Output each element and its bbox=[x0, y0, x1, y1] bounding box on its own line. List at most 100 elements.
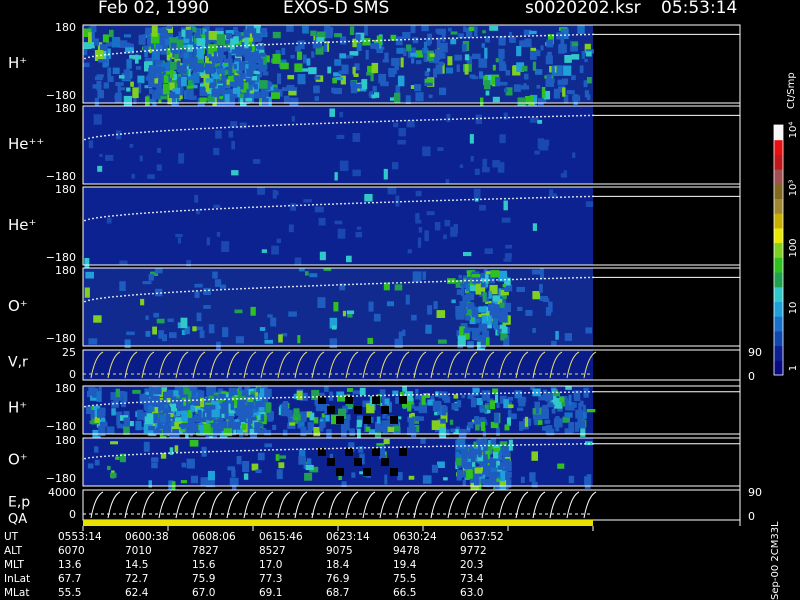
trend-dot bbox=[456, 118, 458, 120]
heat-cell bbox=[303, 199, 312, 203]
trend-dot bbox=[408, 200, 410, 203]
trend-dot bbox=[120, 214, 122, 217]
footer-value-mlt: 20.3 bbox=[460, 559, 484, 571]
heat-cell bbox=[496, 427, 500, 436]
trend-dot bbox=[560, 391, 562, 394]
heat-cell bbox=[540, 45, 544, 51]
heat-cell bbox=[231, 141, 235, 150]
trend-dot bbox=[544, 196, 546, 199]
heat-cell bbox=[456, 469, 463, 478]
heat-cell bbox=[151, 462, 158, 469]
trend-dot bbox=[576, 391, 578, 393]
heat-cell bbox=[149, 88, 154, 95]
footer-value-alt: 9772 bbox=[460, 545, 487, 557]
heat-cell bbox=[257, 452, 265, 461]
heat-cell bbox=[503, 399, 509, 409]
trend-dot bbox=[460, 393, 462, 395]
heat-cell bbox=[334, 33, 342, 38]
trend-dot bbox=[116, 402, 118, 405]
y-tick-top: 180 bbox=[55, 264, 76, 277]
trend-dot bbox=[204, 289, 206, 292]
heat-cell bbox=[158, 73, 164, 84]
trend-dot bbox=[360, 395, 362, 397]
heat-cell bbox=[296, 390, 303, 401]
heat-cell bbox=[470, 156, 474, 162]
heat-cell bbox=[414, 84, 422, 92]
footer-value-alt: 9075 bbox=[326, 545, 353, 557]
trend-dot bbox=[452, 280, 454, 283]
trend-dot bbox=[128, 213, 130, 216]
trend-dot bbox=[528, 391, 530, 394]
heat-cell bbox=[85, 271, 94, 279]
gap-cell bbox=[399, 448, 407, 456]
trend-dot bbox=[492, 392, 494, 395]
trend-dot bbox=[380, 394, 382, 397]
trend-dot bbox=[164, 452, 166, 455]
trend-dot bbox=[576, 443, 578, 445]
trend-dot bbox=[496, 392, 498, 395]
heat-cell bbox=[218, 418, 224, 425]
trend-dot bbox=[260, 449, 262, 452]
trend-dot bbox=[468, 444, 470, 447]
heat-cell bbox=[367, 337, 374, 344]
heat-cell bbox=[136, 409, 144, 420]
footer-value-ut: 0630:24 bbox=[393, 531, 437, 543]
heat-cell bbox=[151, 50, 160, 61]
trend-dot bbox=[452, 199, 454, 202]
colorbar-tick-label: 10 bbox=[788, 302, 799, 315]
trend-dot bbox=[284, 286, 286, 288]
trend-dot bbox=[516, 197, 518, 200]
trend-dot bbox=[464, 198, 466, 201]
trend-dot bbox=[524, 392, 526, 394]
trend-dot bbox=[112, 296, 114, 298]
trend-dot bbox=[380, 446, 382, 449]
trend-dot bbox=[472, 117, 474, 120]
trend-dot bbox=[316, 448, 318, 450]
trend-dot bbox=[180, 451, 182, 454]
trend-dot bbox=[556, 34, 558, 37]
colorbar-unit: Ct/Smp bbox=[786, 72, 797, 109]
trend-dot bbox=[136, 453, 138, 456]
heat-cell bbox=[106, 217, 112, 224]
trend-dot bbox=[200, 399, 202, 401]
heat-cell bbox=[196, 312, 202, 322]
footer-value-mlt: 19.4 bbox=[393, 559, 417, 571]
heat-cell bbox=[417, 237, 422, 248]
footer-value-mlt: 13.6 bbox=[58, 559, 82, 571]
trend-dot bbox=[492, 279, 494, 281]
footer-value-ut: 0615:46 bbox=[259, 531, 303, 543]
trend-dot bbox=[220, 45, 222, 48]
trend-dot bbox=[156, 452, 158, 455]
trend-dot bbox=[176, 399, 178, 402]
heat-cell bbox=[213, 51, 217, 57]
trend-dot bbox=[588, 276, 590, 279]
trend-dot bbox=[180, 209, 182, 212]
trend-dot bbox=[440, 280, 442, 283]
trend-dot bbox=[488, 444, 490, 447]
heat-cell bbox=[213, 204, 221, 208]
trend-dot bbox=[428, 281, 430, 283]
trend-dot bbox=[508, 444, 510, 446]
trend-dot bbox=[108, 455, 110, 457]
heat-cell bbox=[478, 323, 488, 332]
trend-dot bbox=[172, 210, 174, 213]
heat-cell bbox=[408, 416, 415, 428]
heat-cell bbox=[186, 458, 195, 469]
trend-dot bbox=[544, 443, 546, 446]
trend-dot bbox=[516, 35, 518, 38]
trend-dot bbox=[364, 394, 366, 397]
trend-dot bbox=[164, 291, 166, 294]
colorbar-segment bbox=[774, 301, 783, 317]
heat-cell bbox=[545, 392, 552, 402]
trend-dot bbox=[540, 115, 542, 118]
trend-dot bbox=[88, 56, 90, 59]
heat-cell bbox=[163, 428, 168, 437]
heat-cell bbox=[557, 463, 565, 469]
trend-dot bbox=[580, 391, 582, 393]
heat-cell bbox=[296, 51, 303, 60]
heat-cell bbox=[563, 170, 567, 174]
trend-dot bbox=[580, 195, 582, 198]
heat-cell bbox=[115, 456, 120, 460]
heat-cell bbox=[394, 284, 403, 291]
heat-cell bbox=[445, 179, 450, 184]
